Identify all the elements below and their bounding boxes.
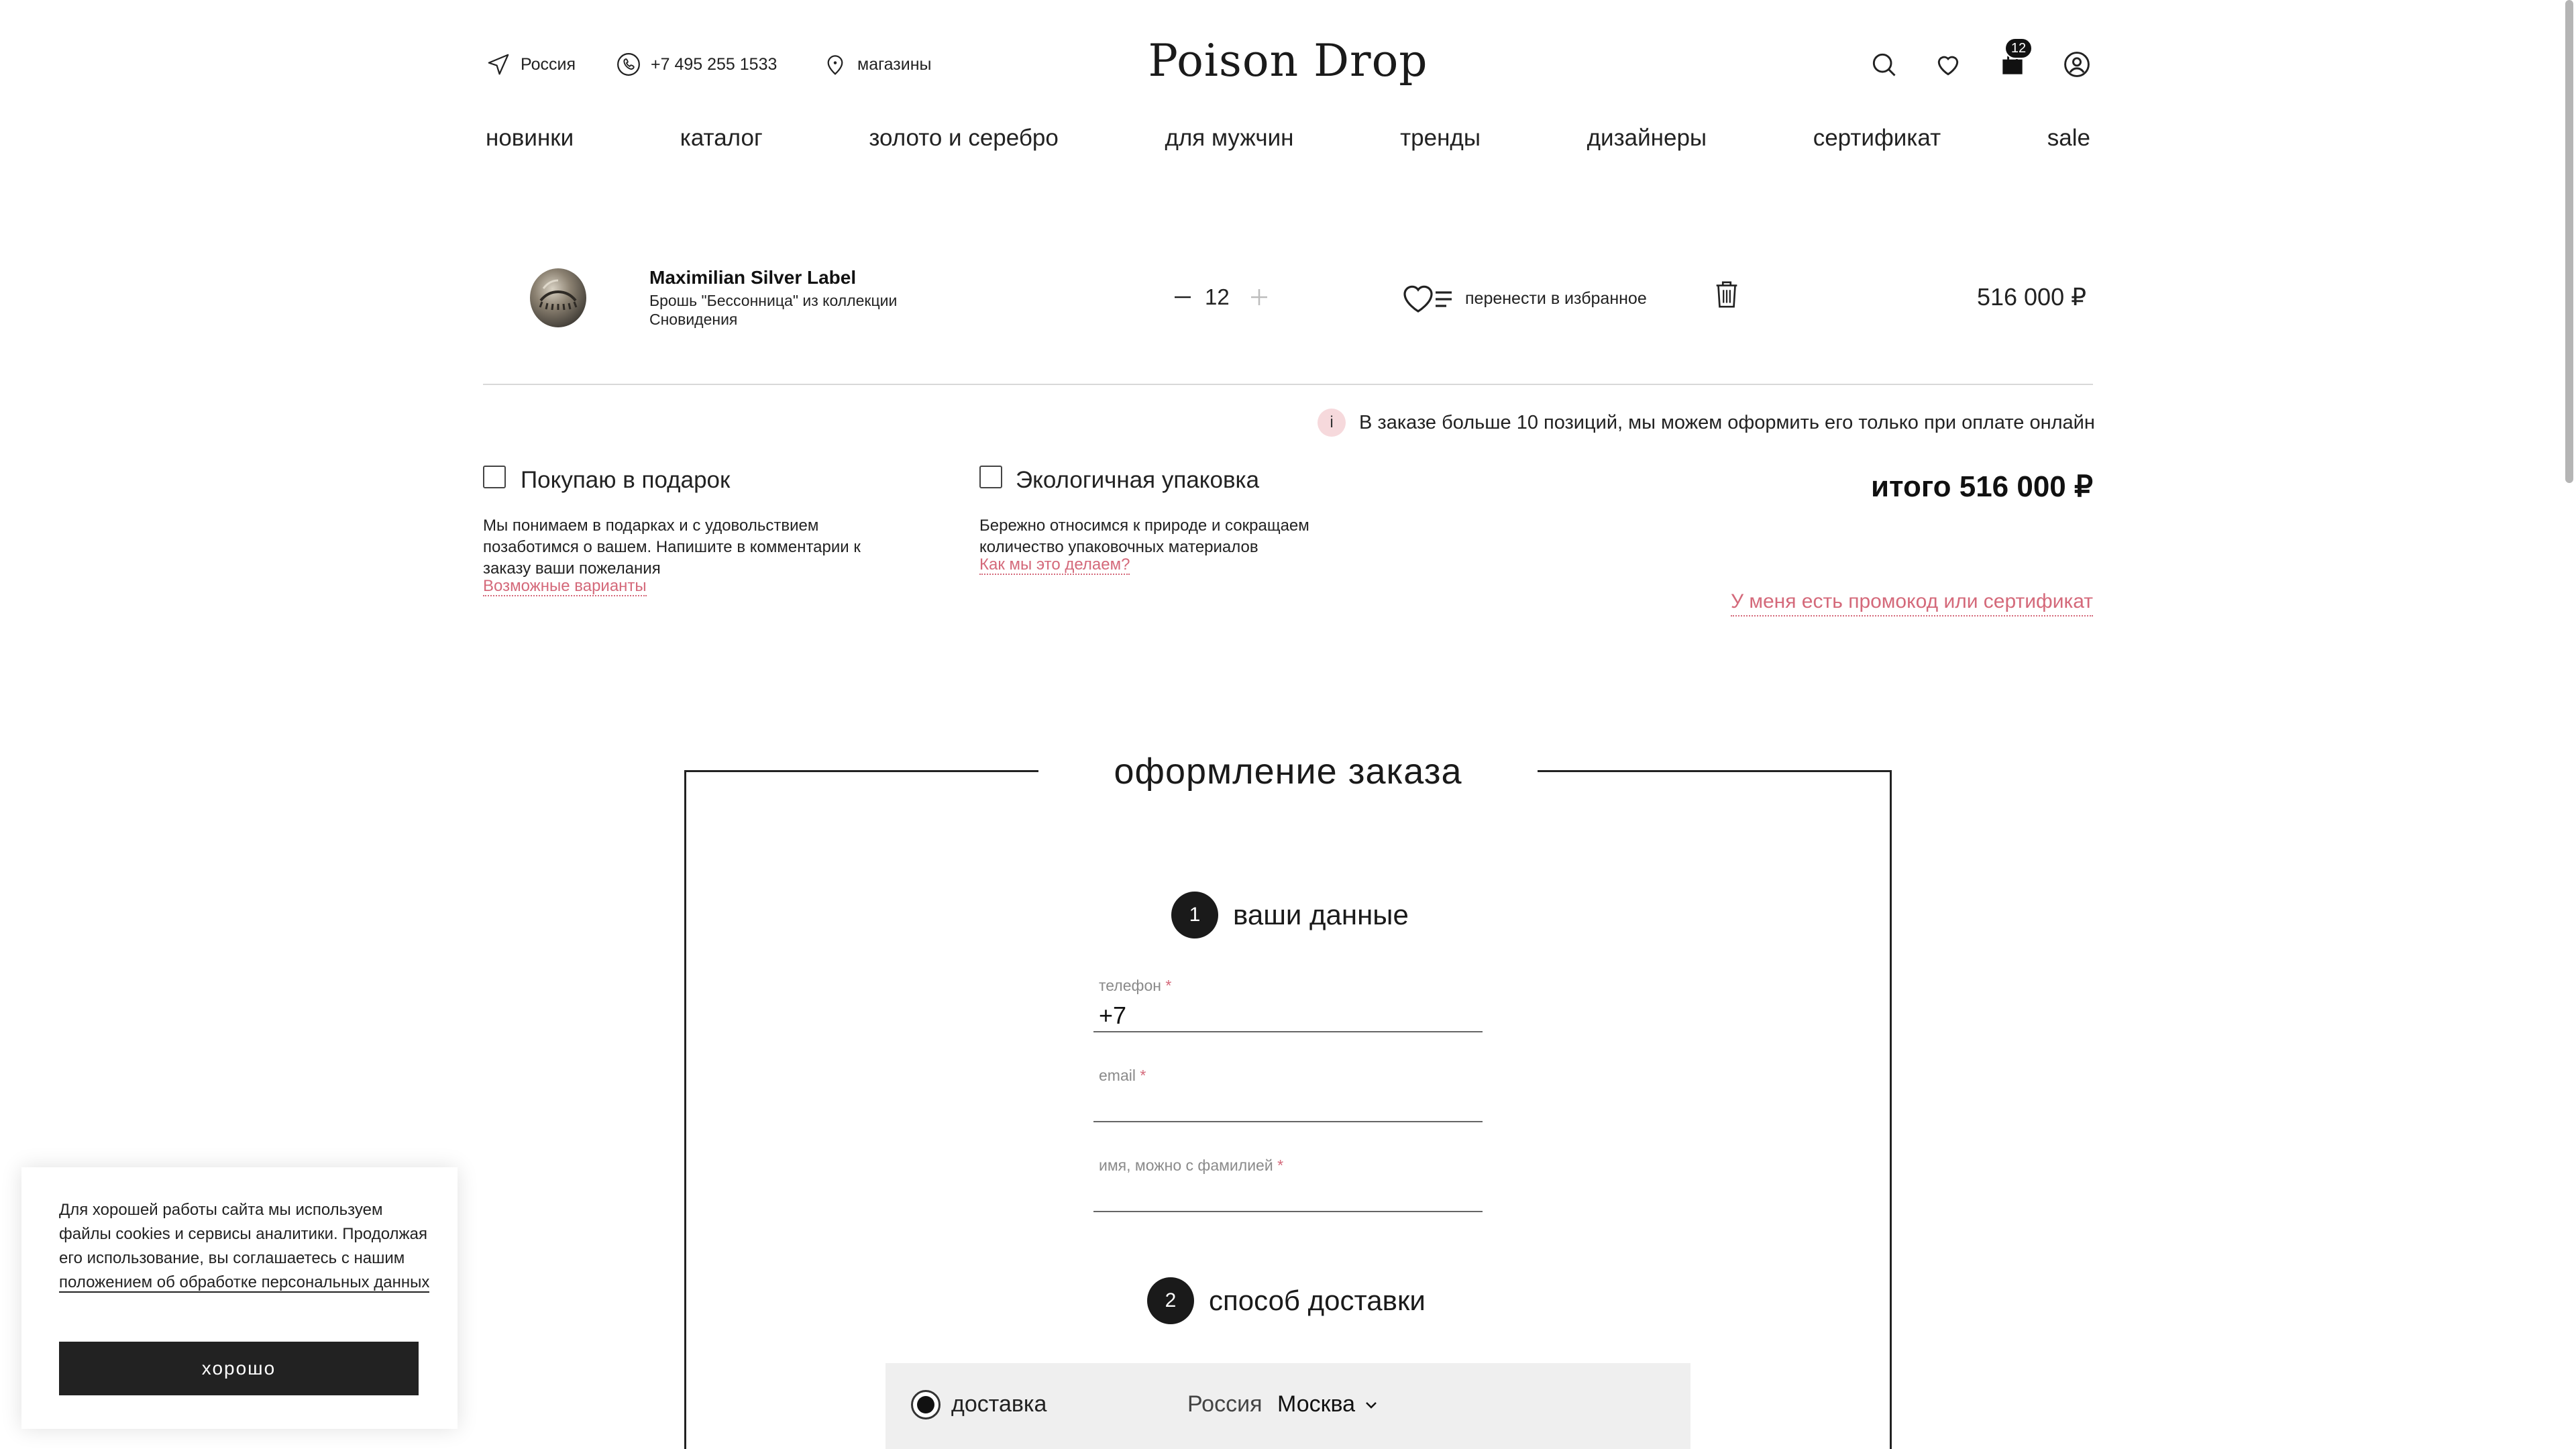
- product-image[interactable]: [523, 262, 593, 331]
- email-field[interactable]: email *: [1093, 1067, 1483, 1122]
- account-button[interactable]: [2061, 48, 2093, 80]
- favorites-button[interactable]: [1932, 48, 1964, 80]
- cart-count-badge: 12: [2004, 38, 2033, 59]
- eco-packaging-checkbox[interactable]: [979, 466, 1002, 488]
- gift-checkbox[interactable]: [483, 466, 506, 488]
- stores-link[interactable]: магазины: [822, 50, 932, 79]
- region-selector[interactable]: Россия: [486, 50, 576, 79]
- region-label: Россия: [521, 54, 576, 74]
- nav-item-certificate[interactable]: сертификат: [1813, 125, 1941, 152]
- eco-option-text: Бережно относимся к природе и сокращаем …: [979, 517, 1309, 556]
- phone-label: +7 495 255 1533: [651, 54, 777, 74]
- phone-icon: [617, 53, 640, 76]
- order-total: итого 516 000 ₽: [1870, 470, 2093, 503]
- cart-divider: [483, 384, 2093, 385]
- phone-input[interactable]: +7: [1099, 1002, 1483, 1031]
- main-nav: новинки каталог золото и серебро для муж…: [486, 125, 2090, 152]
- privacy-policy-link[interactable]: положением об обработке персональных дан…: [59, 1273, 430, 1293]
- phone-field[interactable]: телефон * +7: [1093, 977, 1483, 1032]
- promo-code-label: У меня есть промокод или сертификат: [1730, 590, 2093, 616]
- user-icon: [2064, 52, 2090, 77]
- product-brand[interactable]: Maximilian Silver Label: [649, 267, 856, 288]
- step-title-1: ваши данные: [1233, 899, 1409, 930]
- cookie-text: Для хорошей работы сайта мы используем ф…: [59, 1201, 430, 1293]
- nav-item-men[interactable]: для мужчин: [1165, 125, 1293, 152]
- gift-option-title[interactable]: Покупаю в подарок: [521, 467, 730, 494]
- nav-item-catalog[interactable]: каталог: [680, 125, 763, 152]
- delivery-option-label[interactable]: доставка: [951, 1391, 1046, 1417]
- site-logo[interactable]: Poison Drop: [1073, 35, 1503, 87]
- order-notice: i В заказе больше 10 позиций, мы можем о…: [1318, 408, 2095, 437]
- delivery-country: Россия: [1187, 1391, 1263, 1417]
- step-title-2: способ доставки: [1209, 1285, 1426, 1316]
- plus-icon: [1251, 289, 1267, 305]
- step-your-data: 1 ваши данные: [1171, 892, 1409, 938]
- nav-item-designers[interactable]: дизайнеры: [1587, 125, 1707, 152]
- email-input[interactable]: [1099, 1091, 1483, 1121]
- delivery-radio[interactable]: [911, 1390, 941, 1419]
- email-field-label: email *: [1099, 1067, 1146, 1084]
- name-field-label: имя, можно с фамилией *: [1099, 1157, 1284, 1174]
- minus-icon: [1175, 296, 1191, 299]
- scrollbar-thumb[interactable]: [2565, 0, 2573, 483]
- info-icon: i: [1318, 409, 1346, 437]
- quantity-value: 12: [1205, 284, 1230, 309]
- name-input[interactable]: [1099, 1181, 1483, 1211]
- heart-list-icon: [1403, 285, 1452, 313]
- gift-option-text: Мы понимаем в подарках и с удовольствием…: [483, 517, 861, 578]
- item-price: 516 000 ₽: [1976, 283, 2086, 311]
- eco-how-link[interactable]: Как мы это делаем?: [979, 555, 1130, 575]
- stores-label: магазины: [857, 54, 932, 74]
- notice-text: В заказе больше 10 позиций, мы можем офо…: [1359, 411, 2095, 433]
- step-number-1: 1: [1171, 892, 1218, 938]
- checkout-title: оформление заказа: [1038, 738, 1538, 805]
- eco-option-title[interactable]: Экологичная упаковка: [1016, 467, 1259, 494]
- cookie-accept-button[interactable]: хорошо: [59, 1342, 419, 1395]
- remove-item-button[interactable]: [1713, 279, 1740, 310]
- quantity-decrease-button[interactable]: [1173, 287, 1193, 307]
- move-to-favorites-button[interactable]: перенести в избранное: [1402, 282, 1647, 315]
- search-icon: [1872, 53, 1896, 76]
- name-field[interactable]: имя, можно с фамилией *: [1093, 1157, 1483, 1212]
- nav-item-new[interactable]: новинки: [486, 125, 574, 152]
- city-selector[interactable]: Москва: [1277, 1391, 1379, 1417]
- radio-selected-dot: [917, 1396, 934, 1413]
- product-description: Брошь "Бессонница" из коллекции Сновиден…: [649, 292, 898, 328]
- move-to-favorites-label: перенести в избранное: [1465, 288, 1647, 308]
- heart-icon: [1937, 56, 1959, 76]
- nav-item-gold-silver[interactable]: золото и серебро: [869, 125, 1058, 152]
- location-arrow-icon: [488, 54, 509, 75]
- map-pin-icon: [827, 55, 843, 75]
- nav-item-sale[interactable]: sale: [2047, 125, 2090, 152]
- gift-options-link[interactable]: Возможные варианты: [483, 577, 647, 596]
- phone-link[interactable]: +7 495 255 1533: [616, 50, 777, 79]
- promo-code-link[interactable]: У меня есть промокод или сертификат: [1677, 590, 2093, 616]
- step-delivery: 2 способ доставки: [1147, 1277, 1426, 1324]
- step-number-2: 2: [1147, 1277, 1194, 1324]
- chevron-down-icon: [1366, 1401, 1377, 1409]
- nav-item-trends[interactable]: тренды: [1400, 125, 1481, 152]
- trash-icon: [1716, 281, 1737, 308]
- city-label: Москва: [1277, 1391, 1356, 1417]
- search-button[interactable]: [1868, 48, 1900, 80]
- phone-field-label: телефон *: [1099, 977, 1172, 994]
- quantity-increase-button[interactable]: [1249, 287, 1269, 307]
